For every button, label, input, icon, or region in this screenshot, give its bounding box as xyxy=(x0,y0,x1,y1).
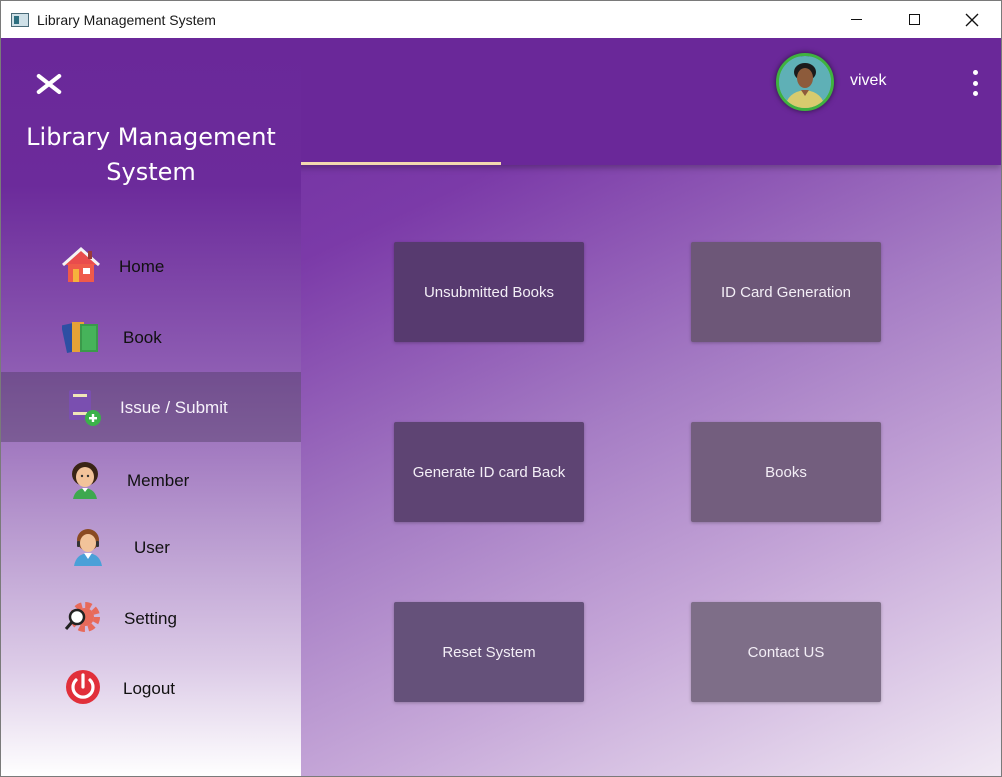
username-label: vivek xyxy=(850,72,887,89)
sidebar-item-label: Setting xyxy=(124,609,177,628)
reset-system-button[interactable]: Reset System xyxy=(394,602,584,702)
sidebar-item-label: Book xyxy=(123,328,162,347)
sidebar-item-label: Issue / Submit xyxy=(120,398,228,417)
books-button[interactable]: Books xyxy=(691,422,881,522)
setting-icon xyxy=(64,602,100,632)
sidebar-item-member[interactable]: Member xyxy=(1,445,301,515)
id-card-generation-button[interactable]: ID Card Generation xyxy=(691,242,881,342)
sidebar-item-label: User xyxy=(134,538,170,557)
logout-icon xyxy=(66,670,100,704)
minimize-button[interactable] xyxy=(827,1,885,38)
close-icon xyxy=(965,13,979,26)
sidebar: Library Management System Home Book Issu… xyxy=(1,38,301,776)
sidebar-item-issue-submit[interactable]: Issue / Submit xyxy=(1,372,301,442)
minimize-icon xyxy=(850,19,862,20)
close-sidebar-icon[interactable] xyxy=(34,72,64,96)
more-vert-icon[interactable] xyxy=(967,70,983,96)
sidebar-item-label: Logout xyxy=(123,679,175,698)
window-title: Library Management System xyxy=(37,11,216,28)
sidebar-item-logout[interactable]: Logout xyxy=(1,653,301,723)
maximize-button[interactable] xyxy=(885,1,943,38)
contact-us-button[interactable]: Contact US xyxy=(691,602,881,702)
main-area: vivek Library Management System Home Boo… xyxy=(1,38,1001,776)
sidebar-item-user[interactable]: User xyxy=(1,512,301,582)
home-icon xyxy=(62,246,100,282)
avatar-icon xyxy=(779,56,831,108)
sidebar-item-book[interactable]: Book xyxy=(1,302,301,372)
issue-submit-icon xyxy=(69,390,101,426)
sidebar-item-home[interactable]: Home xyxy=(1,231,301,301)
sidebar-title-line1: Library Management xyxy=(26,123,276,151)
sidebar-item-label: Member xyxy=(127,471,190,490)
window-controls xyxy=(827,1,1001,38)
close-window-button[interactable] xyxy=(943,1,1001,38)
header-active-indicator xyxy=(301,162,501,165)
sidebar-item-setting[interactable]: Setting xyxy=(1,583,301,653)
sidebar-title-line2: System xyxy=(106,158,196,186)
book-icon xyxy=(62,322,98,353)
member-icon xyxy=(72,462,98,499)
user-avatar[interactable] xyxy=(776,53,834,111)
app-window: Library Management System vivek Library … xyxy=(0,0,1002,777)
user-icon xyxy=(74,529,102,566)
title-bar: Library Management System xyxy=(1,1,1001,38)
app-icon xyxy=(11,12,29,27)
sidebar-title: Library Management System xyxy=(1,120,301,190)
unsubmitted-books-button[interactable]: Unsubmitted Books xyxy=(394,242,584,342)
generate-id-card-back-button[interactable]: Generate ID card Back xyxy=(394,422,584,522)
sidebar-item-label: Home xyxy=(119,257,165,276)
maximize-icon xyxy=(908,14,920,25)
